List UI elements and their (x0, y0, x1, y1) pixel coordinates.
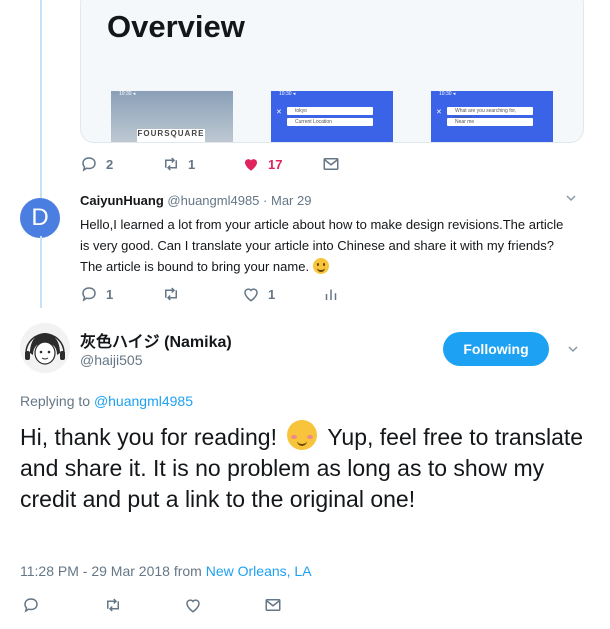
thumb-status: 10:30 ◂ (279, 91, 296, 97)
like-count: 1 (268, 286, 276, 302)
thumb-search-field: What are you searching for, Hiroto? (447, 107, 533, 122)
replying-to: Replying to @huangml4985 (20, 393, 193, 409)
article-card[interactable]: Overview 10:30 ◂ FOURSQUARE 10:30 ◂ ✕ to… (80, 0, 584, 143)
chevron-down-icon[interactable] (567, 343, 579, 358)
retweet-button[interactable]: 1 (162, 155, 195, 173)
reply-icon (24, 598, 38, 613)
reply-button[interactable]: 2 (80, 155, 113, 173)
like-button[interactable]: 17 (242, 155, 282, 173)
reply-tweet-text: Hello,I learned a lot from your article … (80, 214, 570, 277)
close-icon: ✕ (436, 109, 442, 116)
card-thumbnail-2: 10:30 ◂ ✕ tokyo Current Location (271, 91, 393, 142)
reply-tweet-header: CaiyunHuang @huangml4985 · Mar 29 (80, 193, 311, 208)
author-handle[interactable]: @huangml4985 (167, 193, 259, 208)
card-thumbnail-3: 10:30 ◂ ✕ What are you searching for, Hi… (431, 91, 553, 142)
direct-message-button[interactable] (264, 596, 282, 614)
reply-button[interactable]: 1 (80, 285, 113, 303)
author-handle[interactable]: @haiji505 (80, 352, 142, 368)
main-tweet-text: Hi, thank you for reading! Yup, feel fre… (20, 420, 600, 515)
reply-count: 2 (106, 156, 114, 172)
retweet-count: 1 (188, 156, 196, 172)
tweet-timestamp: 11:28 PM - 29 Mar 2018 from New Orleans,… (20, 563, 312, 579)
thread-line (40, 0, 42, 198)
following-button[interactable]: Following (443, 332, 549, 366)
heart-icon (245, 159, 257, 171)
card-thumbnail-1: 10:30 ◂ FOURSQUARE (111, 91, 233, 142)
replying-handle-link[interactable]: @huangml4985 (94, 393, 193, 409)
thumb-location-field: Near me (447, 118, 533, 126)
tweet-date[interactable]: Mar 29 (271, 193, 311, 208)
heart-icon (244, 288, 258, 302)
thumb-status: 10:30 ◂ (119, 91, 136, 97)
location-link[interactable]: New Orleans, LA (206, 563, 312, 579)
heart-icon (186, 599, 200, 613)
avatar[interactable] (20, 323, 70, 373)
smiley-emoji (312, 258, 329, 274)
thumb-search-field: tokyo (287, 107, 373, 115)
main-tweet-text-part: Hi, thank you for reading! (20, 424, 277, 450)
author-name[interactable]: CaiyunHuang (80, 193, 164, 208)
reply-button[interactable] (22, 596, 40, 614)
retweet-button[interactable] (162, 285, 180, 303)
author-name[interactable]: 灰色ハイジ (Namika) (80, 328, 232, 352)
thread-line (40, 236, 42, 308)
card-title: Overview (107, 9, 245, 44)
thumb-status: 10:30 ◂ (439, 91, 456, 97)
like-count: 17 (268, 156, 283, 172)
reply-count: 1 (106, 286, 114, 302)
replying-prefix: Replying to (20, 393, 91, 409)
envelope-icon (265, 599, 281, 611)
reply-icon (82, 157, 96, 172)
retweet-icon (165, 287, 177, 301)
dot-separator: · (263, 193, 268, 208)
tweet-time[interactable]: 11:28 PM - 29 Mar 2018 from (20, 563, 202, 579)
analytics-button[interactable] (322, 285, 340, 303)
foursquare-logo: FOURSQUARE (137, 129, 205, 142)
avatar[interactable]: D (20, 198, 60, 238)
retweet-icon (107, 598, 119, 612)
reply-icon (82, 287, 96, 302)
like-button[interactable]: 1 (242, 285, 275, 303)
direct-message-button[interactable] (322, 155, 340, 173)
blush-emoji (287, 420, 318, 450)
envelope-icon (323, 158, 339, 170)
thumb-location-field: Current Location (287, 118, 373, 126)
retweet-icon (165, 157, 177, 171)
chevron-down-icon[interactable] (565, 192, 577, 207)
retweet-button[interactable] (104, 596, 122, 614)
bar-chart-icon (325, 289, 337, 300)
close-icon: ✕ (276, 109, 282, 116)
like-button[interactable] (184, 596, 202, 614)
